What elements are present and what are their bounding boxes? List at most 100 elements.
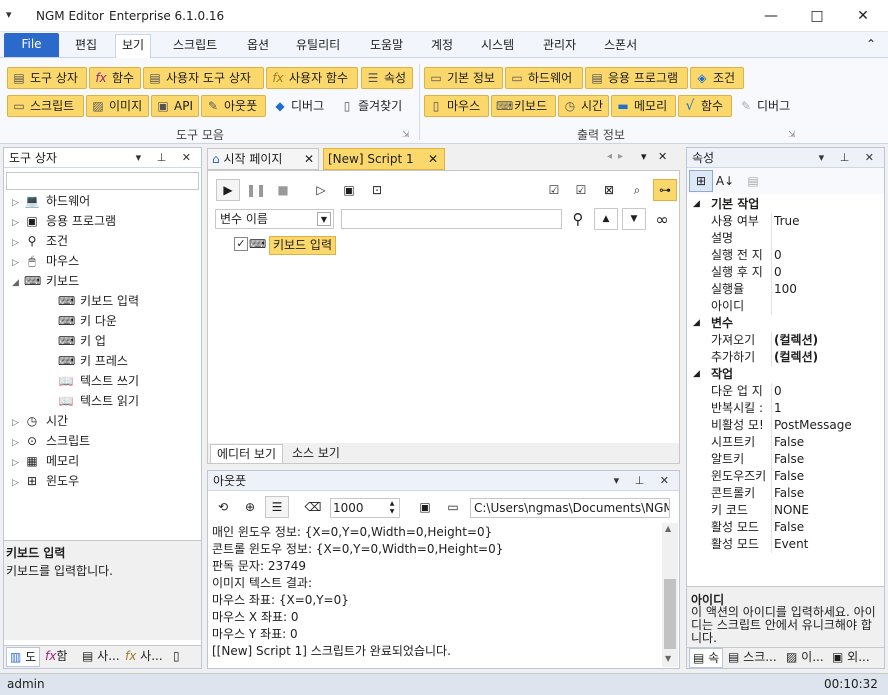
property-category[interactable]: ◢ 작업 bbox=[687, 366, 884, 383]
panel-controls[interactable]: ▾ ⊥ ✕ bbox=[614, 471, 675, 491]
tree-item[interactable]: ▷ ⚲ 조건 bbox=[12, 231, 200, 251]
property-value[interactable]: False bbox=[771, 434, 883, 451]
property-value[interactable] bbox=[771, 230, 883, 247]
panel-controls[interactable]: ▾ ⊥ ✕ bbox=[819, 148, 880, 168]
property-value[interactable]: 1 bbox=[771, 400, 883, 417]
folder-icon[interactable]: ▭ bbox=[441, 496, 465, 518]
menu-edit[interactable]: 편집 bbox=[69, 36, 103, 58]
expand-arrow-icon[interactable]: ▷ bbox=[12, 253, 24, 273]
check-all-icon[interactable]: ☑ bbox=[542, 179, 566, 201]
property-row[interactable]: 윈도우즈키 False bbox=[687, 468, 884, 485]
tab-images[interactable]: ▨ 이... bbox=[783, 648, 827, 668]
tab-script-1[interactable]: [New] Script 1 ✕ bbox=[323, 148, 445, 170]
property-row[interactable]: 다운 업 지 0 bbox=[687, 383, 884, 400]
tab-favorites[interactable]: ▯ bbox=[170, 647, 183, 667]
property-value[interactable]: PostMessage bbox=[771, 417, 883, 434]
expand-arrow-icon[interactable]: ▷ bbox=[12, 433, 24, 453]
favorites-button[interactable]: ▯ 즐겨찾기 bbox=[335, 95, 413, 117]
property-row[interactable]: 반복시킬 : 1 bbox=[687, 400, 884, 417]
toolbox-search-input[interactable] bbox=[6, 172, 199, 190]
tab-api[interactable]: ▣ 외... bbox=[829, 648, 873, 668]
property-row[interactable]: 사용 여부 True bbox=[687, 213, 884, 230]
property-value[interactable]: 0 bbox=[771, 247, 883, 264]
tab-user-functions[interactable]: fx 사... bbox=[122, 647, 166, 667]
list-icon[interactable]: ☰ bbox=[265, 496, 289, 518]
tree-item[interactable]: ▷ ▣ 응용 프로그램 bbox=[12, 211, 200, 231]
maximize-button[interactable]: □ bbox=[794, 0, 840, 32]
tree-item[interactable]: ▷ 💻 하드웨어 bbox=[12, 191, 200, 211]
property-value[interactable]: 0 bbox=[771, 264, 883, 281]
property-row[interactable]: 가져오기 (컬렉션) bbox=[687, 332, 884, 349]
property-value[interactable]: Event bbox=[771, 536, 883, 553]
property-row[interactable]: 활성 모드 Event bbox=[687, 536, 884, 553]
menu-admin[interactable]: 관리자 bbox=[537, 36, 582, 58]
tab-functions[interactable]: fx함 bbox=[42, 647, 70, 667]
menu-view[interactable]: 보기 bbox=[115, 34, 152, 58]
menu-sponsor[interactable]: 스폰서 bbox=[598, 36, 643, 58]
user-toolbox-button[interactable]: ▤ 사용자 도구 상자 bbox=[143, 67, 264, 89]
line-count-input[interactable]: 1000 ▲ ▼ bbox=[330, 498, 400, 518]
menu-options[interactable]: 옵션 bbox=[241, 36, 275, 58]
ribbon-collapse-icon[interactable]: ⌃ bbox=[860, 35, 882, 57]
arrow-down-icon[interactable]: ▼ bbox=[622, 208, 646, 230]
menu-script[interactable]: 스크립트 bbox=[167, 36, 223, 58]
new-document-icon[interactable]: ⊕ bbox=[238, 496, 262, 518]
property-value[interactable]: (컬렉션) bbox=[771, 332, 883, 349]
menu-utility[interactable]: 유틸리티 bbox=[290, 36, 346, 58]
property-value[interactable]: 100 bbox=[771, 281, 883, 298]
tree-item[interactable]: ⌨ 키 업 bbox=[12, 331, 200, 351]
property-value[interactable]: False bbox=[771, 485, 883, 502]
tree-item[interactable]: ▷ ◷ 시간 bbox=[12, 411, 200, 431]
property-value[interactable]: True bbox=[771, 213, 883, 230]
tab-user-toolbox[interactable]: ▤ 사... bbox=[79, 647, 123, 667]
menu-account[interactable]: 계정 bbox=[425, 36, 459, 58]
tree-item[interactable]: 📖 텍스트 읽기 bbox=[12, 391, 200, 411]
property-value[interactable]: 0 bbox=[771, 383, 883, 400]
tab-script-explorer[interactable]: ▤ 스크... bbox=[725, 648, 780, 668]
close-button[interactable]: ✕ bbox=[840, 0, 886, 32]
eraser-icon[interactable]: ⌫ bbox=[301, 496, 325, 518]
memory-button[interactable]: ▬ 메모리 bbox=[611, 95, 676, 117]
property-row[interactable]: 실행 전 지 0 bbox=[687, 247, 884, 264]
debug-button[interactable]: ◆ 디버그 bbox=[268, 95, 333, 117]
sort-alpha-icon[interactable]: A↓ bbox=[713, 170, 737, 192]
basic-info-button[interactable]: ▭ 기본 정보 bbox=[424, 67, 503, 89]
run-from-icon[interactable]: ⊡ bbox=[365, 179, 389, 201]
time-button[interactable]: ◷ 시간 bbox=[558, 95, 609, 117]
tab-scroll-icons[interactable]: ◂▸ bbox=[607, 151, 629, 162]
tree-item[interactable]: ⌨ 키 다운 bbox=[12, 311, 200, 331]
check-icon[interactable]: ☑ bbox=[569, 179, 593, 201]
arrow-up-icon[interactable]: ▲ bbox=[594, 208, 618, 230]
property-value[interactable]: False bbox=[771, 468, 883, 485]
expand-arrow-icon[interactable]: ▷ bbox=[12, 213, 24, 233]
condition-button[interactable]: ◈ 조건 bbox=[690, 67, 744, 89]
debug-output-button[interactable]: ✎ 디버그 bbox=[734, 95, 796, 117]
function-button[interactable]: fx 함수 bbox=[89, 67, 141, 89]
infinity-icon[interactable]: ∞ bbox=[650, 208, 674, 230]
api-button[interactable]: ▣ API bbox=[151, 95, 199, 117]
tab-menu-icons[interactable]: ▾ ✕ bbox=[641, 150, 671, 163]
tree-item[interactable]: ⌨ 키보드 입력 bbox=[12, 291, 200, 311]
scroll-thumb[interactable] bbox=[664, 579, 676, 649]
stepper-icon[interactable]: ▲ ▼ bbox=[386, 500, 398, 516]
minimize-button[interactable]: — bbox=[748, 0, 794, 32]
output-scrollbar[interactable]: ▲ ▼ bbox=[662, 523, 678, 667]
expand-arrow-icon[interactable]: ▷ bbox=[12, 413, 24, 433]
tree-item[interactable]: ▷ 🖱 마우스 bbox=[12, 251, 200, 271]
stop-icon[interactable]: ■ bbox=[271, 179, 295, 201]
node-keyboard-input[interactable]: 키보드 입력 bbox=[269, 236, 337, 255]
property-row[interactable]: 설명 bbox=[687, 230, 884, 247]
toolbox-button[interactable]: ▤ 도구 상자 bbox=[7, 67, 87, 89]
variable-select[interactable]: 변수 이름 ▼ bbox=[215, 209, 334, 229]
search-icon[interactable]: ⚲ bbox=[566, 208, 590, 230]
property-row[interactable]: 활성 모드 False bbox=[687, 519, 884, 536]
property-row[interactable]: 키 코드 NONE bbox=[687, 502, 884, 519]
output-path-field[interactable]: C:\Users\ngmas\Documents\NGM6\ bbox=[470, 498, 670, 518]
collapse-icon[interactable]: ◢ bbox=[693, 315, 700, 332]
save-icon[interactable]: ▣ bbox=[413, 496, 437, 518]
tree-view-icon[interactable]: ⊶ bbox=[653, 179, 677, 201]
menu-system[interactable]: 시스템 bbox=[475, 36, 520, 58]
play-icon[interactable]: ▶ bbox=[216, 179, 240, 201]
property-category[interactable]: ◢ 변수 bbox=[687, 315, 884, 332]
properties-button[interactable]: ☰ 속성 bbox=[361, 67, 413, 89]
